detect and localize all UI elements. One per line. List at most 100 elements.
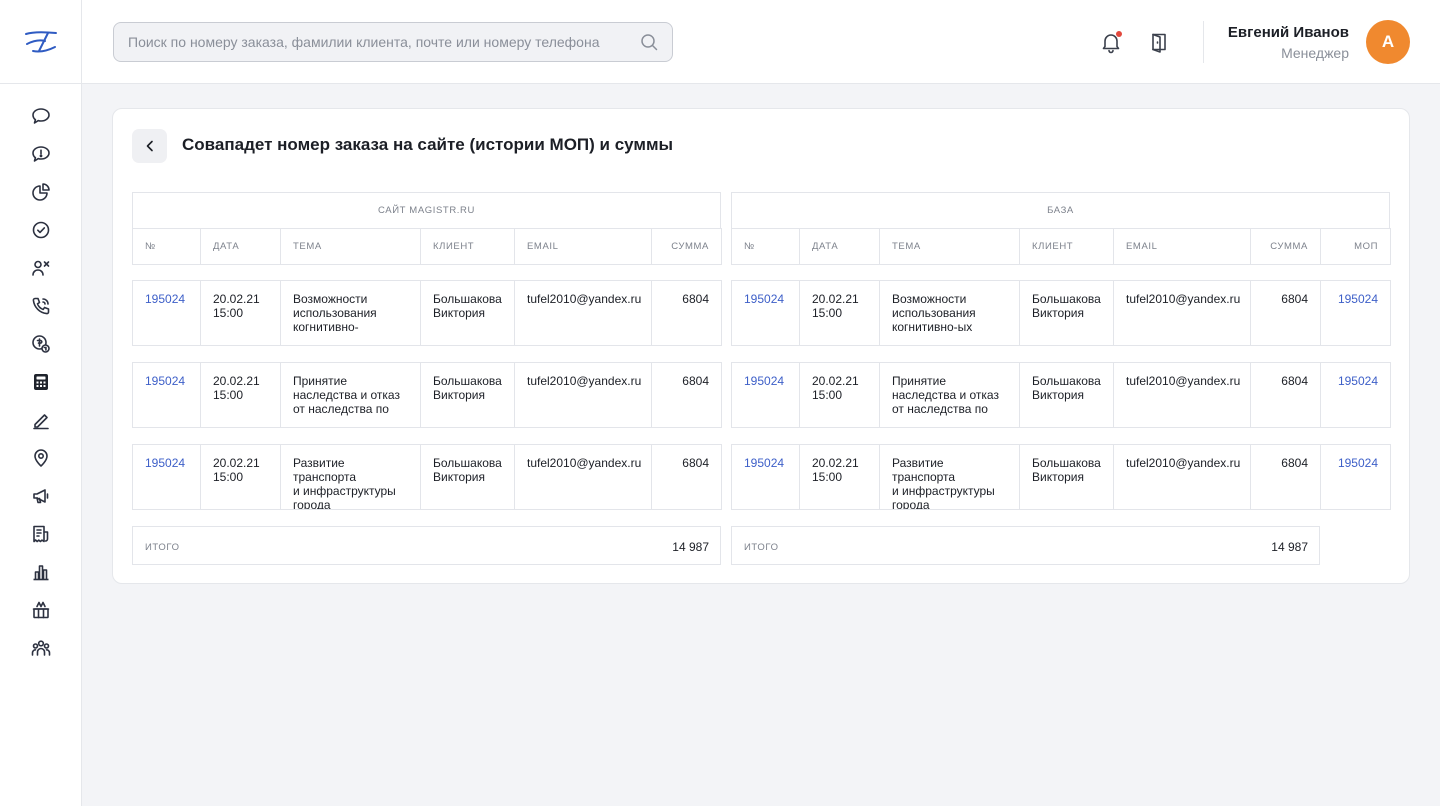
- nav-analytics[interactable]: [0, 553, 82, 591]
- client-email: tufel2010@yandex.ru: [1126, 292, 1241, 306]
- nav-users-remove[interactable]: [0, 249, 82, 287]
- base-row-1-num[interactable]: 195024: [731, 280, 800, 346]
- site-row-2-topic: Принятие наследства и отказ от наследства …: [280, 362, 421, 428]
- nav-marketing[interactable]: [0, 477, 82, 515]
- pen-icon: [33, 414, 49, 430]
- logo[interactable]: [0, 0, 81, 84]
- site-row-2-sum: 6804: [651, 362, 722, 428]
- order-number-link[interactable]: 195024: [145, 292, 188, 306]
- site-row-2-email: tufel2010@yandex.ru: [514, 362, 652, 428]
- page-title: Совападет номер заказа на сайте (истории…: [182, 135, 674, 154]
- order-number-link[interactable]: 195024: [145, 374, 188, 388]
- order-topic-line: наследства и отказ: [892, 388, 999, 402]
- nav-payments[interactable]: [0, 325, 82, 363]
- logo-icon: [24, 30, 57, 52]
- client-name-line: Виктория: [433, 306, 486, 320]
- site-row-3-client: Большакова Виктория: [420, 444, 515, 510]
- nav-team[interactable]: [0, 629, 82, 667]
- logout-button[interactable]: [1147, 30, 1171, 54]
- order-number-link[interactable]: 195024: [1333, 374, 1378, 388]
- order-topic-line: использования: [892, 306, 976, 320]
- nav-orders[interactable]: [0, 515, 82, 553]
- client-email: tufel2010@yandex.ru: [527, 292, 642, 306]
- order-topic-line: города: [892, 498, 930, 510]
- calculator-icon: [34, 374, 48, 390]
- nav-bonuses[interactable]: [0, 591, 82, 629]
- nav-calls[interactable]: [0, 287, 82, 325]
- base-column-header: №: [731, 228, 800, 265]
- base-row-2-topic: Принятие наследства и отказ от наследства …: [879, 362, 1020, 428]
- base-row-3-email: tufel2010@yandex.ru: [1113, 444, 1251, 510]
- nav-edit[interactable]: [0, 401, 82, 439]
- nav-locations[interactable]: [0, 439, 82, 477]
- site-total-row: ИТОГО 14 987: [132, 526, 721, 565]
- order-date: 20.02.21: [812, 374, 859, 388]
- client-email: tufel2010@yandex.ru: [1126, 374, 1241, 388]
- site-row-1-dt: 20.02.21 15:00: [200, 280, 281, 346]
- order-topic-line: Развитие транспорта: [293, 456, 357, 484]
- site-row-2-client: Большакова Виктория: [420, 362, 515, 428]
- order-sum: 6804: [1281, 374, 1308, 388]
- order-sum: 6804: [682, 374, 709, 388]
- notification-dot: [1116, 31, 1122, 37]
- nav-calculator[interactable]: [0, 363, 82, 401]
- order-time: 15:00: [213, 306, 244, 320]
- site-row-1-topic: Возможности использования когнитивно-: [280, 280, 421, 346]
- nav-chat[interactable]: [0, 97, 82, 135]
- total-label: ИТОГО: [744, 542, 779, 553]
- nav-chat-alert[interactable]: [0, 135, 82, 173]
- base-row-1-mop[interactable]: 195024: [1320, 280, 1391, 346]
- pie-chart-icon: [32, 183, 50, 201]
- order-date: 20.02.21: [213, 456, 260, 470]
- check-circle-icon: [32, 221, 50, 239]
- sidebar-nav: [0, 84, 81, 667]
- order-number-link[interactable]: 195024: [744, 456, 787, 470]
- base-row-3-mop[interactable]: 195024: [1320, 444, 1391, 510]
- search-icon[interactable]: [640, 33, 658, 51]
- site-column-header: СУММА: [651, 228, 722, 265]
- base-row-2-client: Большакова Виктория: [1019, 362, 1114, 428]
- base-row-1-client: Большакова Виктория: [1019, 280, 1114, 346]
- site-row-3-dt: 20.02.21 15:00: [200, 444, 281, 510]
- order-topic-line: использования: [293, 306, 377, 320]
- search-input[interactable]: [128, 34, 640, 50]
- order-number-link[interactable]: 195024: [1333, 456, 1378, 470]
- base-row-3-num[interactable]: 195024: [731, 444, 800, 510]
- site-row-3-num[interactable]: 195024: [132, 444, 201, 510]
- total-label: ИТОГО: [145, 542, 180, 553]
- megaphone-icon: [33, 489, 49, 504]
- order-sum: 6804: [1281, 292, 1308, 306]
- site-column-header: ДАТА: [200, 228, 281, 265]
- base-table-title: БАЗА: [731, 192, 1390, 229]
- header-divider: [1203, 21, 1204, 63]
- client-name-line: Большакова: [433, 292, 502, 306]
- base-row-3-sum: 6804: [1250, 444, 1321, 510]
- site-row-1-num[interactable]: 195024: [132, 280, 201, 346]
- back-button[interactable]: [132, 129, 167, 163]
- search-box[interactable]: [113, 22, 673, 62]
- base-row-2-num[interactable]: 195024: [731, 362, 800, 428]
- order-topic-line: Возможности: [293, 292, 368, 306]
- order-number-link[interactable]: 195024: [744, 292, 787, 306]
- avatar[interactable]: А: [1366, 20, 1410, 64]
- order-number-link[interactable]: 195024: [744, 374, 787, 388]
- order-date: 20.02.21: [213, 374, 260, 388]
- chevron-left-icon: [146, 140, 153, 152]
- site-row-1-sum: 6804: [651, 280, 722, 346]
- base-column-header: МОП: [1320, 228, 1391, 265]
- chat-alert-icon: [32, 146, 50, 162]
- base-row-2-sum: 6804: [1250, 362, 1321, 428]
- nav-tasks[interactable]: [0, 211, 82, 249]
- base-row-3-topic: Развитие транспорта и инфраструктуры город…: [879, 444, 1020, 510]
- notifications-button[interactable]: [1099, 30, 1123, 54]
- site-row-2-num[interactable]: 195024: [132, 362, 201, 428]
- base-row-2-mop[interactable]: 195024: [1320, 362, 1391, 428]
- comparison-card: Совападет номер заказа на сайте (истории…: [112, 108, 1410, 584]
- order-topic-line: Возможности: [892, 292, 967, 306]
- order-number-link[interactable]: 195024: [145, 456, 188, 470]
- site-column-header: EMAIL: [514, 228, 652, 265]
- order-date: 20.02.21: [213, 292, 260, 306]
- nav-reports[interactable]: [0, 173, 82, 211]
- order-number-link[interactable]: 195024: [1333, 292, 1378, 306]
- order-time: 15:00: [213, 470, 244, 484]
